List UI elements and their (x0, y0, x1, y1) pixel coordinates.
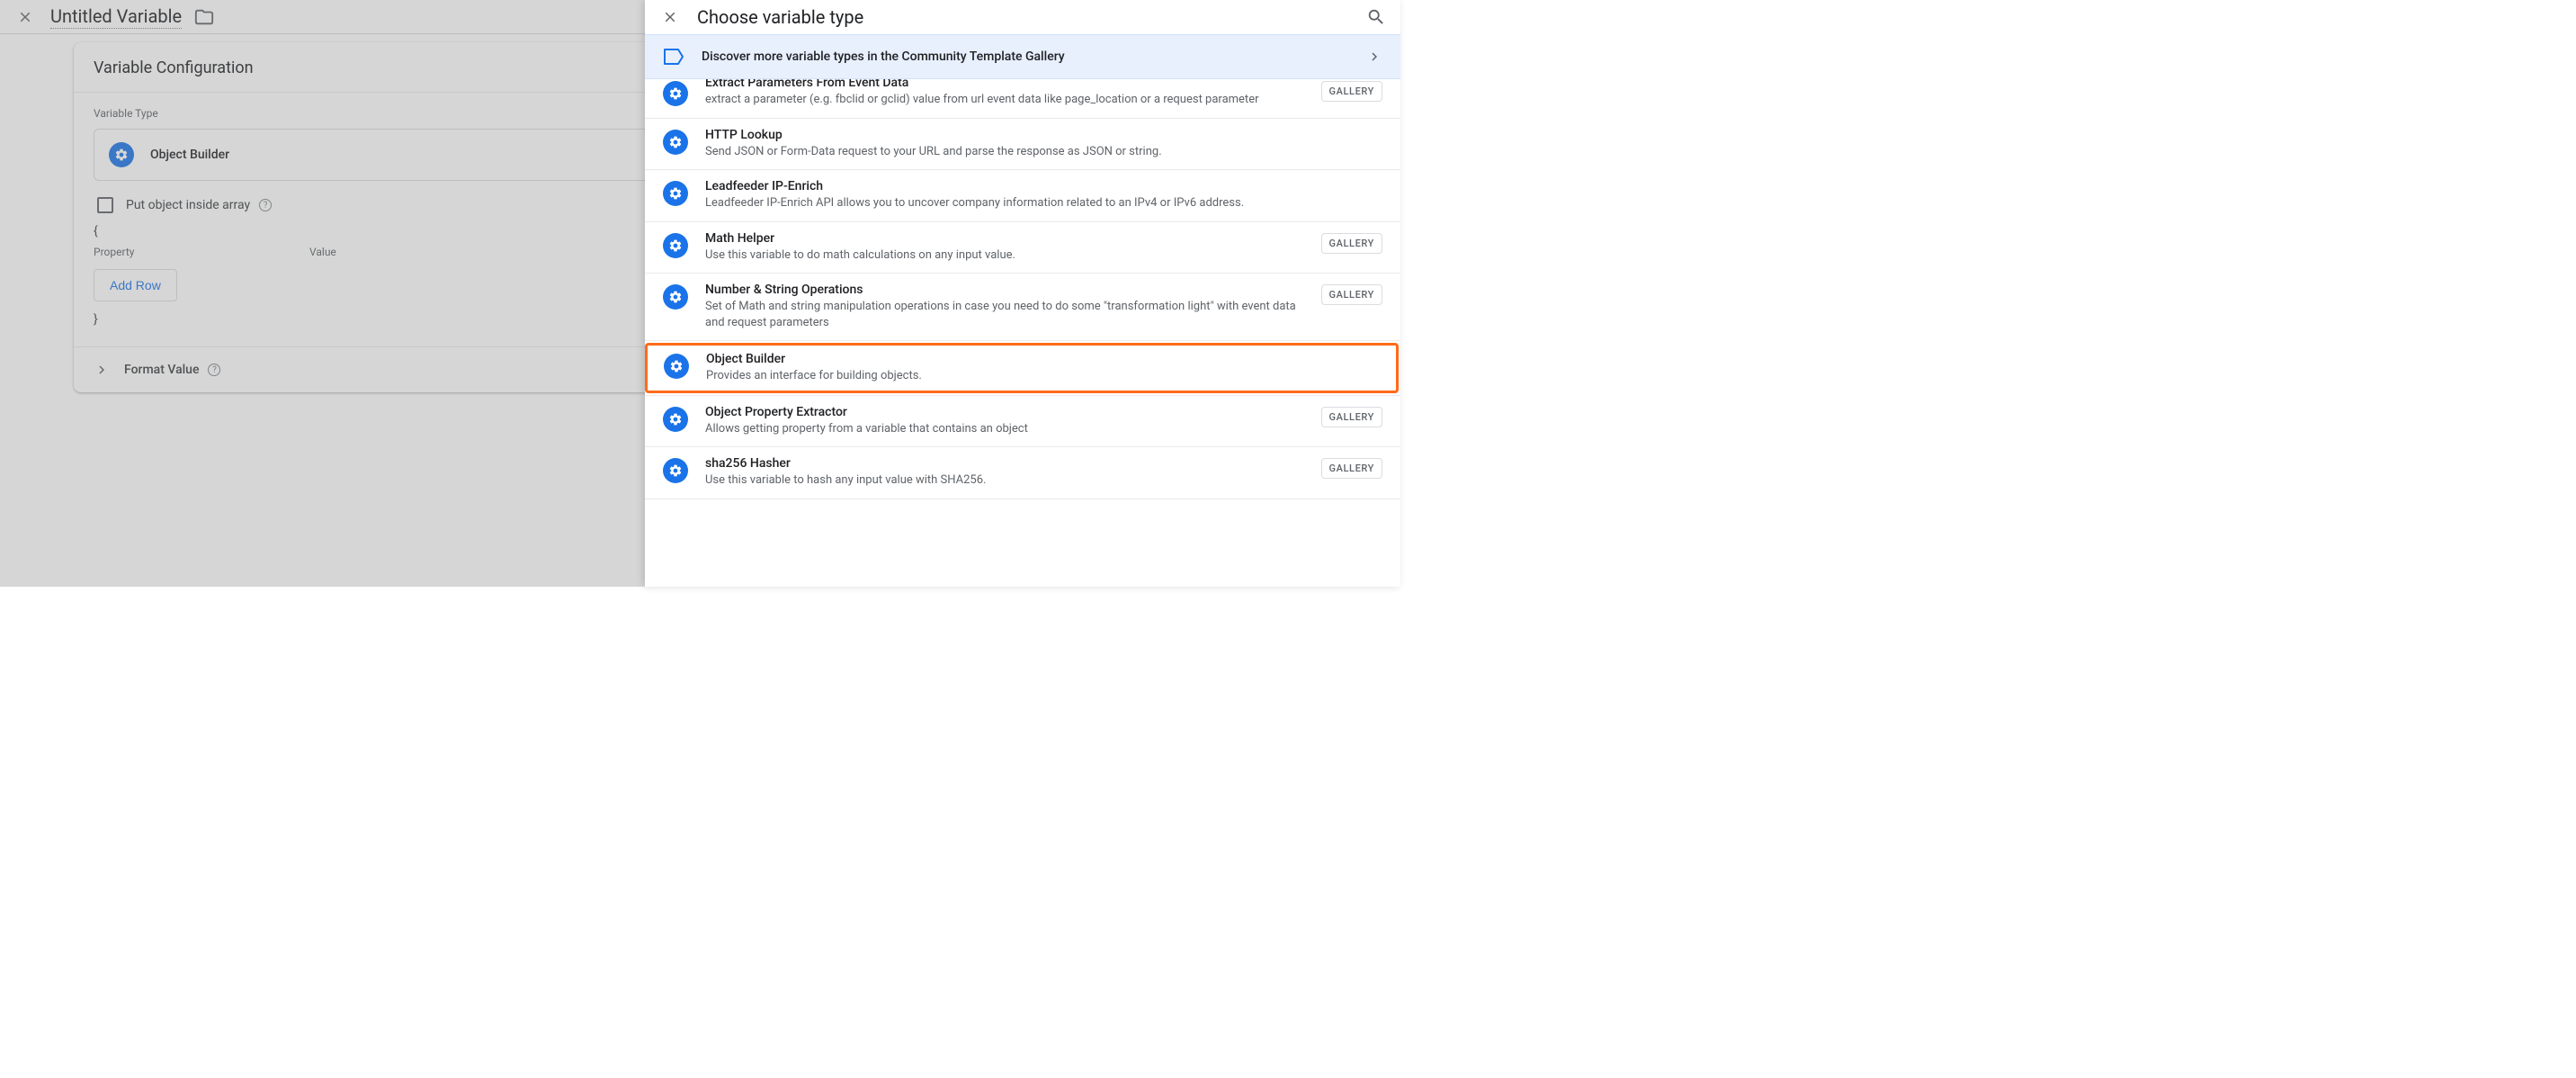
gear-icon (663, 284, 688, 310)
gear-icon (663, 407, 688, 432)
list-item[interactable]: Math HelperUse this variable to do math … (645, 222, 1400, 274)
type-title: Number & String Operations (705, 283, 1314, 297)
gear-icon (663, 181, 688, 206)
list-item[interactable]: Object Property Extractor Allows getting … (645, 396, 1400, 448)
chevron-right-icon (1366, 49, 1382, 65)
type-desc: Allows getting property from a variable … (705, 421, 1314, 437)
type-title: Object Builder (706, 352, 1380, 366)
type-title: HTTP Lookup (705, 128, 1382, 142)
gallery-badge: GALLERY (1321, 81, 1382, 102)
type-title: Extract Parameters From Event Data (705, 79, 1314, 90)
choose-type-drawer: Choose variable type Discover more varia… (645, 0, 1400, 587)
type-title: Leadfeeder IP-Enrich (705, 179, 1382, 193)
gear-icon (663, 458, 688, 483)
drawer-header: Choose variable type (645, 0, 1400, 34)
type-title: Math Helper (705, 231, 1314, 246)
tag-icon (663, 48, 684, 66)
gallery-badge: GALLERY (1321, 233, 1382, 254)
type-desc: extract a parameter (e.g. fbclid or gcli… (705, 92, 1314, 108)
type-desc: Send JSON or Form-Data request to your U… (705, 144, 1382, 160)
gallery-badge: GALLERY (1321, 407, 1382, 427)
type-title: sha256 Hasher (705, 456, 1314, 471)
gear-icon (663, 130, 688, 155)
gallery-badge: GALLERY (1321, 458, 1382, 479)
community-gallery-banner[interactable]: Discover more variable types in the Comm… (645, 34, 1400, 79)
type-title: Object Property Extractor (705, 405, 1314, 419)
gear-icon (664, 354, 689, 379)
type-desc: Use this variable to do math calculation… (705, 247, 1314, 264)
list-item[interactable]: sha256 HasherUse this variable to hash a… (645, 447, 1400, 499)
list-item[interactable]: HTTP Lookup Send JSON or Form-Data reques… (645, 119, 1400, 171)
search-icon[interactable] (1366, 7, 1386, 27)
list-item[interactable]: Extract Parameters From Event Data extrac… (645, 79, 1400, 119)
gallery-badge: GALLERY (1321, 284, 1382, 305)
type-desc: Set of Math and string manipulation oper… (705, 299, 1314, 330)
list-item[interactable]: Leadfeeder IP-Enrich Leadfeeder IP-Enrich… (645, 170, 1400, 222)
close-icon[interactable] (659, 6, 681, 28)
list-item[interactable]: Number & String Operations Set of Math an… (645, 274, 1400, 341)
list-item-highlighted[interactable]: Object Builder Provides an interface for … (645, 343, 1399, 393)
variable-type-list[interactable]: Extract Parameters From Event Data extrac… (645, 79, 1400, 587)
type-desc: Leadfeeder IP-Enrich API allows you to u… (705, 195, 1382, 211)
banner-text: Discover more variable types in the Comm… (702, 49, 1366, 64)
gear-icon (663, 81, 688, 106)
type-desc: Use this variable to hash any input valu… (705, 472, 1314, 489)
drawer-title: Choose variable type (697, 6, 1366, 28)
gear-icon (663, 233, 688, 258)
type-desc: Provides an interface for building objec… (706, 368, 1380, 384)
